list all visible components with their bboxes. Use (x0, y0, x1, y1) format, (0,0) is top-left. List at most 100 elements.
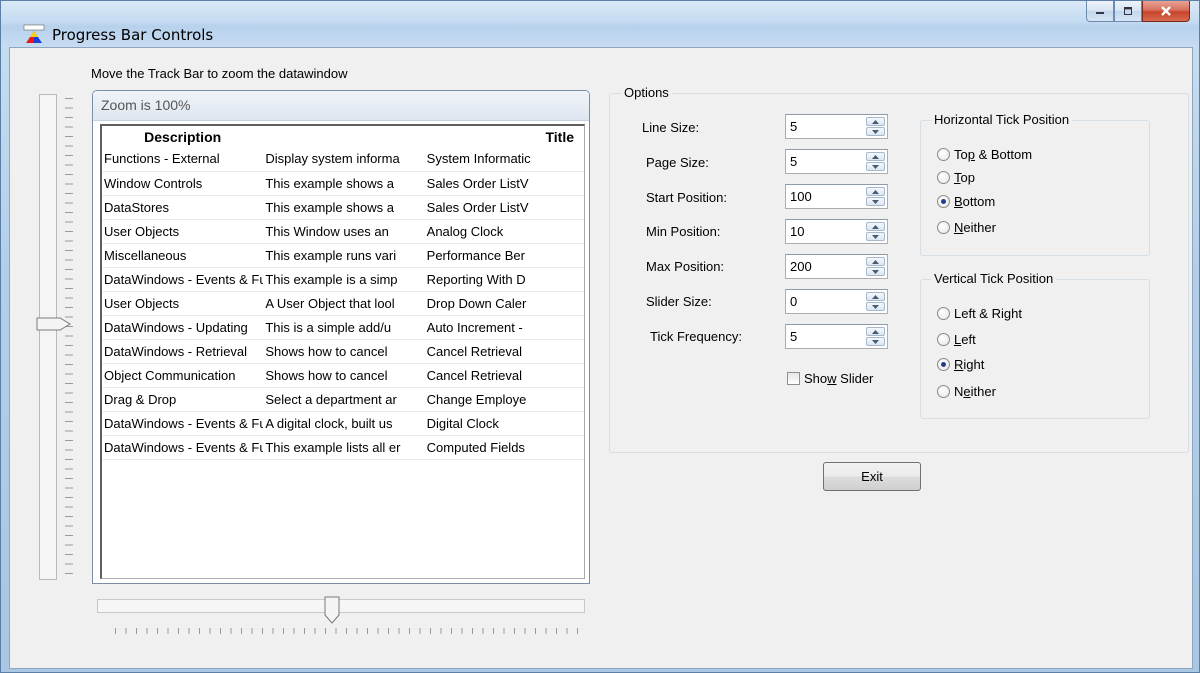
cell-description: Functions - External (102, 147, 264, 172)
spin-down-button[interactable] (866, 127, 885, 136)
cell-text: This example runs vari (263, 243, 425, 268)
arrow-down-icon (872, 304, 879, 309)
start-position-value[interactable]: 100 (790, 189, 812, 204)
tick-frequency-label: Tick Frequency: (650, 329, 742, 344)
spin-up-button[interactable] (866, 327, 885, 336)
client-area: Move the Track Bar to zoom the datawindo… (9, 47, 1193, 669)
arrow-up-icon (872, 329, 879, 334)
tick-frequency-value[interactable]: 5 (790, 329, 797, 344)
minimize-button[interactable] (1086, 1, 1114, 22)
show-slider-checkbox[interactable]: Show Slider (787, 371, 873, 386)
line-size-spinner[interactable]: 5 (785, 114, 888, 139)
cell-description: DataWindows - Events & Fun (102, 435, 264, 460)
radio-button[interactable] (937, 333, 950, 346)
horizontal-tick-group-label: Horizontal Tick Position (931, 112, 1073, 127)
close-button[interactable] (1142, 1, 1190, 22)
column-header-blank[interactable] (263, 126, 424, 147)
table-row[interactable]: DataWindows - Events & Fun This example l… (102, 435, 584, 460)
spin-up-button[interactable] (866, 117, 885, 126)
vtick-neither-radio[interactable]: Neither (937, 384, 996, 399)
table-row[interactable]: DataStores This example shows a Sales Orde… (102, 195, 584, 220)
spin-down-button[interactable] (866, 197, 885, 206)
spin-down-button[interactable] (866, 267, 885, 276)
max-position-value[interactable]: 200 (790, 259, 812, 274)
page-size-value[interactable]: 5 (790, 154, 797, 169)
radio-button[interactable] (937, 171, 950, 184)
line-size-value[interactable]: 5 (790, 119, 797, 134)
column-header-title[interactable]: Title (425, 126, 584, 147)
start-position-label: Start Position: (646, 190, 727, 205)
spin-down-button[interactable] (866, 232, 885, 241)
spin-up-button[interactable] (866, 257, 885, 266)
table-row[interactable]: Miscellaneous This example runs vari Perfo… (102, 243, 584, 268)
page-size-spinner[interactable]: 5 (785, 149, 888, 174)
radio-button[interactable] (937, 195, 950, 208)
arrow-up-icon (872, 189, 879, 194)
cell-title: Drop Down Caler (424, 291, 584, 316)
spin-up-button[interactable] (866, 152, 885, 161)
radio-button[interactable] (937, 307, 950, 320)
spin-down-button[interactable] (866, 302, 885, 311)
vertical-trackbar-thumb[interactable] (36, 317, 72, 331)
vertical-trackbar[interactable] (39, 94, 57, 580)
radio-button[interactable] (937, 148, 950, 161)
caption-buttons (1086, 1, 1190, 23)
cell-title: Change Employe (424, 387, 584, 412)
data-table: Description Title Functions - External Di… (102, 126, 584, 460)
column-header-description[interactable]: Description (102, 126, 263, 147)
slider-size-spinner[interactable]: 0 (785, 289, 888, 314)
max-position-spinner[interactable]: 200 (785, 254, 888, 279)
table-row[interactable]: Object Communication Shows how to cancel C… (102, 363, 584, 388)
table-row[interactable]: User Objects A User Object that lool Drop … (102, 291, 584, 316)
horizontal-trackbar[interactable] (97, 599, 585, 613)
cell-description: DataStores (102, 195, 264, 220)
arrow-up-icon (872, 259, 879, 264)
datawindow-grid[interactable]: Description Title Functions - External Di… (100, 124, 585, 579)
htick-top-radio[interactable]: Top (937, 170, 975, 185)
cell-text: This example shows a (263, 195, 425, 220)
table-row[interactable]: DataWindows - Events & Fun A digital cloc… (102, 411, 584, 436)
min-position-value[interactable]: 10 (790, 224, 804, 239)
options-group-label: Options (621, 85, 672, 100)
spin-down-button[interactable] (866, 337, 885, 346)
radio-label: Left & Right (954, 306, 1022, 321)
start-position-spinner[interactable]: 100 (785, 184, 888, 209)
htick-neither-radio[interactable]: Neither (937, 220, 996, 235)
vtick-right-radio[interactable]: Right (937, 357, 984, 372)
title-bar[interactable]: Progress Bar Controls (1, 1, 1199, 47)
radio-button[interactable] (937, 358, 950, 371)
spin-up-button[interactable] (866, 222, 885, 231)
slider-size-value[interactable]: 0 (790, 294, 797, 309)
exit-button[interactable]: Exit (823, 462, 921, 491)
radio-button[interactable] (937, 221, 950, 234)
spin-up-button[interactable] (866, 187, 885, 196)
table-row[interactable]: Window Controls This example shows a Sales… (102, 171, 584, 196)
htick-top-bottom-radio[interactable]: Top & Bottom (937, 147, 1032, 162)
min-position-spinner[interactable]: 10 (785, 219, 888, 244)
zoom-hint-label: Move the Track Bar to zoom the datawindo… (91, 66, 348, 81)
arrow-down-icon (872, 269, 879, 274)
arrow-down-icon (872, 234, 879, 239)
spin-up-button[interactable] (866, 292, 885, 301)
show-slider-box[interactable] (787, 372, 800, 385)
cell-description: Object Communication (102, 363, 264, 388)
table-row[interactable]: DataWindows - Events & Fun This example i… (102, 267, 584, 292)
spin-down-button[interactable] (866, 162, 885, 171)
vtick-left-right-radio[interactable]: Left & Right (937, 306, 1022, 321)
htick-bottom-radio[interactable]: Bottom (937, 194, 995, 209)
vtick-left-radio[interactable]: Left (937, 332, 976, 347)
maximize-button[interactable] (1114, 1, 1142, 22)
table-row[interactable]: User Objects This Window uses an Analog Cl… (102, 219, 584, 244)
table-row[interactable]: Functions - External Display system infor… (102, 147, 584, 172)
page-size-label: Page Size: (646, 155, 709, 170)
arrow-down-icon (872, 339, 879, 344)
tick-frequency-spinner[interactable]: 5 (785, 324, 888, 349)
line-size-label: Line Size: (642, 120, 700, 135)
vertical-tick-group-label: Vertical Tick Position (931, 271, 1057, 286)
radio-button[interactable] (937, 385, 950, 398)
horizontal-trackbar-thumb[interactable] (324, 596, 340, 624)
table-row[interactable]: DataWindows - Updating This is a simple a… (102, 315, 584, 340)
maximize-icon (1124, 7, 1132, 15)
table-row[interactable]: DataWindows - Retrieval Shows how to canc… (102, 339, 584, 364)
table-row[interactable]: Drag & Drop Select a department ar Change … (102, 387, 584, 412)
